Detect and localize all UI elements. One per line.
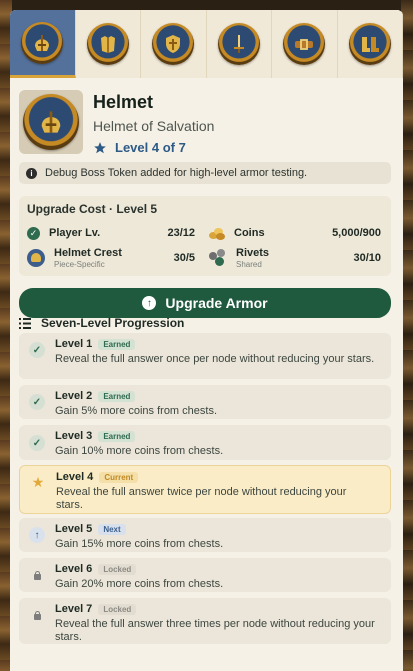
notice-text: Debug Boss Token added for high-level ar… — [45, 167, 308, 179]
arrow-up-icon: ↑ — [29, 527, 45, 543]
list-icon — [19, 317, 31, 329]
level-card-4: ★ Level 4 Current Reveal the full answer … — [19, 465, 391, 514]
level-title: Level 7 — [55, 603, 93, 615]
check-icon: ✓ — [29, 342, 45, 358]
upgrade-armor-label: Upgrade Armor — [165, 295, 268, 311]
tab-helmet[interactable] — [10, 10, 76, 78]
tab-chestplate[interactable] — [75, 10, 141, 78]
status-badge: Locked — [98, 563, 137, 575]
armor-panel: Helmet Helmet of Salvation Level 4 of 7 … — [10, 10, 403, 671]
arrow-up-icon: ↑ — [142, 296, 157, 310]
status-badge: Current — [99, 471, 139, 483]
level-desc: Gain 10% more coins from chests. — [55, 445, 224, 457]
status-badge: Locked — [98, 603, 137, 615]
level-title: Level 6 — [55, 563, 93, 575]
rivets-icon — [209, 249, 227, 267]
level-card-6: Level 6 Locked Gain 20% more coins from c… — [19, 558, 391, 592]
requirement-player-level: ✓ Player Lv. 23/12 — [27, 222, 195, 244]
requirement-helmet-crest: Helmet Crest Piece-Specific 30/5 — [27, 247, 195, 269]
item-image — [19, 90, 83, 154]
requirement-value: 30/10 — [353, 252, 381, 264]
helmet-icon — [41, 111, 61, 133]
upgrade-armor-button[interactable]: ↑ Upgrade Armor — [19, 288, 391, 318]
item-title: Helmet — [93, 92, 154, 112]
belt-icon — [295, 39, 314, 50]
requirement-name: Rivets — [236, 247, 270, 259]
shield-icon — [166, 35, 181, 53]
level-card-2: ✓ Level 2 Earned Gain 5% more coins from … — [19, 385, 391, 419]
level-card-7: Level 7 Locked Reveal the full answer thr… — [19, 598, 391, 644]
sword-icon — [233, 35, 244, 53]
requirement-sub: Shared — [236, 260, 262, 269]
tab-sword[interactable] — [206, 10, 272, 78]
level-desc: Reveal the full answer three times per n… — [55, 618, 375, 643]
requirement-value: 23/12 — [167, 227, 195, 239]
info-icon: i — [26, 167, 37, 179]
upgrade-cost-title: Upgrade Cost · Level 5 — [27, 202, 158, 216]
helmet-icon — [35, 34, 50, 51]
level-desc: Reveal the full answer once per node wit… — [55, 353, 375, 365]
item-subtitle: Helmet of Salvation — [93, 118, 215, 134]
level-title: Level 5 — [55, 523, 93, 535]
lock-icon — [29, 567, 45, 583]
item-level: Level 4 of 7 — [93, 140, 186, 155]
upgrade-cost-box: Upgrade Cost · Level 5 ✓ Player Lv. 23/1… — [19, 196, 391, 276]
helmet-crest-icon — [27, 249, 45, 267]
requirement-sub: Piece-Specific — [54, 260, 105, 269]
requirement-value: 30/5 — [173, 252, 195, 264]
requirement-rivets: Rivets Shared 30/10 — [209, 247, 381, 269]
check-icon: ✓ — [29, 435, 45, 451]
tab-belt[interactable] — [272, 10, 338, 78]
star-icon: ★ — [31, 473, 45, 490]
star-icon — [94, 141, 106, 153]
level-title: Level 3 — [55, 430, 93, 442]
progression-title: Seven-Level Progression — [41, 316, 185, 330]
level-title: Level 2 — [55, 390, 93, 402]
status-badge: Earned — [98, 430, 136, 442]
requirement-name: Helmet Crest — [54, 247, 122, 259]
armor-tabs — [10, 10, 403, 78]
chestplate-icon — [100, 36, 115, 53]
requirement-coins: Coins 5,000/900 — [209, 222, 381, 244]
status-badge: Earned — [98, 338, 136, 350]
level-desc: Gain 20% more coins from chests. — [55, 578, 224, 590]
tab-boots[interactable] — [337, 10, 403, 78]
check-icon: ✓ — [27, 226, 40, 240]
requirement-value: 5,000/900 — [332, 227, 381, 239]
lock-icon — [29, 607, 45, 623]
progression-header: Seven-Level Progression — [19, 316, 184, 330]
level-card-1: ✓ Level 1 Earned Reveal the full answer o… — [19, 333, 391, 379]
status-badge: Next — [98, 523, 126, 535]
item-header: Helmet Helmet of Salvation Level 4 of 7 — [10, 78, 403, 166]
debug-notice: i Debug Boss Token added for high-level … — [19, 162, 391, 184]
level-card-5: ↑ Level 5 Next Gain 15% more coins from c… — [19, 518, 391, 552]
check-icon: ✓ — [29, 394, 45, 410]
tab-shield[interactable] — [141, 10, 207, 78]
level-desc: Reveal the full answer twice per node wi… — [56, 486, 347, 511]
level-card-3: ✓ Level 3 Earned Gain 10% more coins from… — [19, 425, 391, 460]
level-desc: Gain 5% more coins from chests. — [55, 405, 218, 417]
level-desc: Gain 15% more coins from chests. — [55, 538, 224, 550]
item-level-text: Level 4 of 7 — [115, 140, 186, 155]
status-badge: Earned — [98, 390, 136, 402]
requirement-name: Player Lv. — [49, 227, 101, 239]
level-title: Level 4 — [56, 471, 94, 483]
level-title: Level 1 — [55, 338, 93, 350]
requirement-name: Coins — [234, 227, 265, 239]
coins-icon — [209, 227, 225, 240]
boots-icon — [361, 37, 379, 52]
